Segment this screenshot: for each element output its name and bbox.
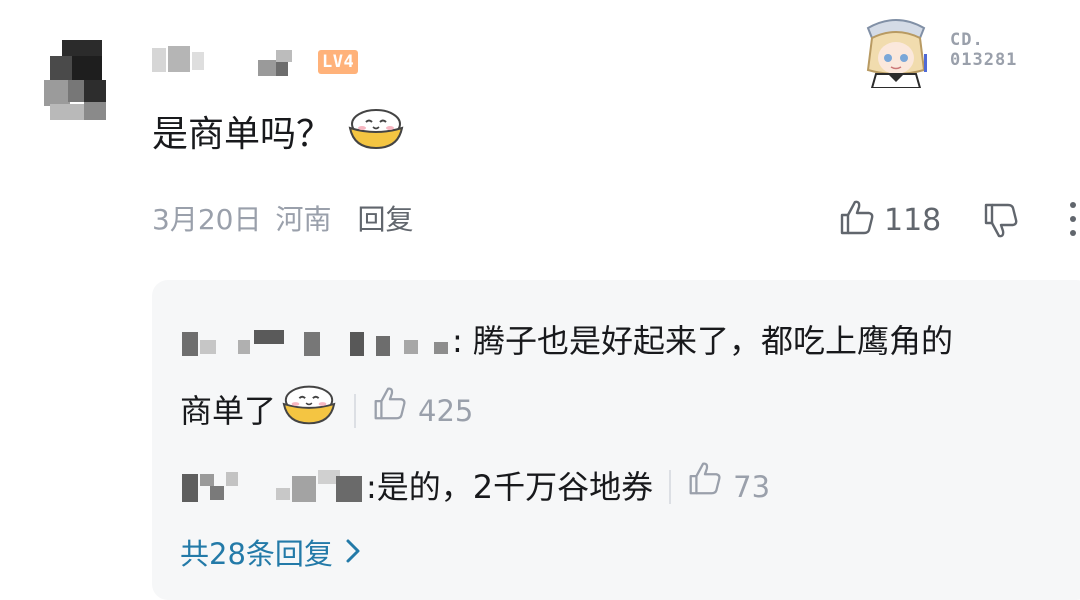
- comment-thread: LV4 CD. 013281 是商单吗？ 3月20日 河南 回复 118: 腾…: [0, 0, 1080, 600]
- sub-reply-username-redacted[interactable]: [180, 469, 366, 504]
- comment-text: 是商单吗？: [152, 114, 333, 155]
- comment-body: 是商单吗？: [152, 106, 406, 164]
- thumbs-down-icon: [980, 203, 1020, 244]
- fan-badge-avatar[interactable]: [858, 16, 934, 89]
- like-button[interactable]: 118: [836, 198, 941, 242]
- sub-reply-like-button[interactable]: 425: [370, 385, 473, 438]
- level-badge: LV4: [318, 50, 359, 74]
- view-all-replies-label: 共28条回复: [180, 537, 333, 571]
- sub-reply-like-count: 425: [418, 394, 474, 428]
- thumbs-up-icon: [370, 385, 408, 438]
- colon-separator: :: [366, 467, 377, 506]
- sub-reply-text: 是的，2千万谷地券: [376, 467, 654, 506]
- fan-badge-number-line2: 013281: [950, 50, 1018, 70]
- username-redacted[interactable]: [152, 46, 302, 80]
- sub-reply-item[interactable]: : 是的，2千万谷地券 73: [180, 460, 770, 513]
- view-all-replies-link[interactable]: 共28条回复: [180, 534, 361, 574]
- user-avatar[interactable]: [44, 40, 110, 120]
- sub-replies-panel: : 腾子也是好起来了，都吃上鹰角的 商单了 425: 是的，2千万谷地券 73…: [152, 280, 1080, 600]
- comment-date: 3月20日: [152, 203, 262, 236]
- sub-reply-like-count: 73: [733, 469, 771, 504]
- more-vertical-icon[interactable]: [1066, 202, 1080, 242]
- smiling-bowl-emoji: [280, 382, 338, 440]
- sub-reply-continuation: 商单了 425: [180, 382, 473, 440]
- sub-reply-text-continued: 商单了: [180, 392, 277, 430]
- divider: [669, 469, 672, 504]
- sub-reply-text: 腾子也是好起来了，都吃上鹰角的: [472, 322, 953, 360]
- smiling-bowl-emoji: [346, 106, 406, 164]
- fan-badge-number-line1: CD.: [950, 30, 984, 50]
- sub-reply-like-button[interactable]: 73: [685, 460, 770, 513]
- reply-button[interactable]: 回复: [357, 200, 413, 240]
- comment-meta: 3月20日 河南 回复: [152, 200, 413, 240]
- divider: [354, 394, 357, 428]
- comment-location: 河南: [275, 203, 332, 236]
- thumbs-up-icon: [836, 198, 876, 242]
- chevron-right-icon: [345, 534, 361, 574]
- thumbs-up-icon: [685, 460, 723, 513]
- colon-separator: :: [452, 322, 473, 360]
- like-count: 118: [884, 202, 942, 238]
- sub-reply-item[interactable]: : 腾子也是好起来了，都吃上鹰角的: [180, 316, 953, 366]
- dislike-button[interactable]: [980, 200, 1020, 244]
- fan-badge-number: CD. 013281: [950, 30, 1060, 70]
- sub-reply-username-redacted[interactable]: [180, 326, 452, 360]
